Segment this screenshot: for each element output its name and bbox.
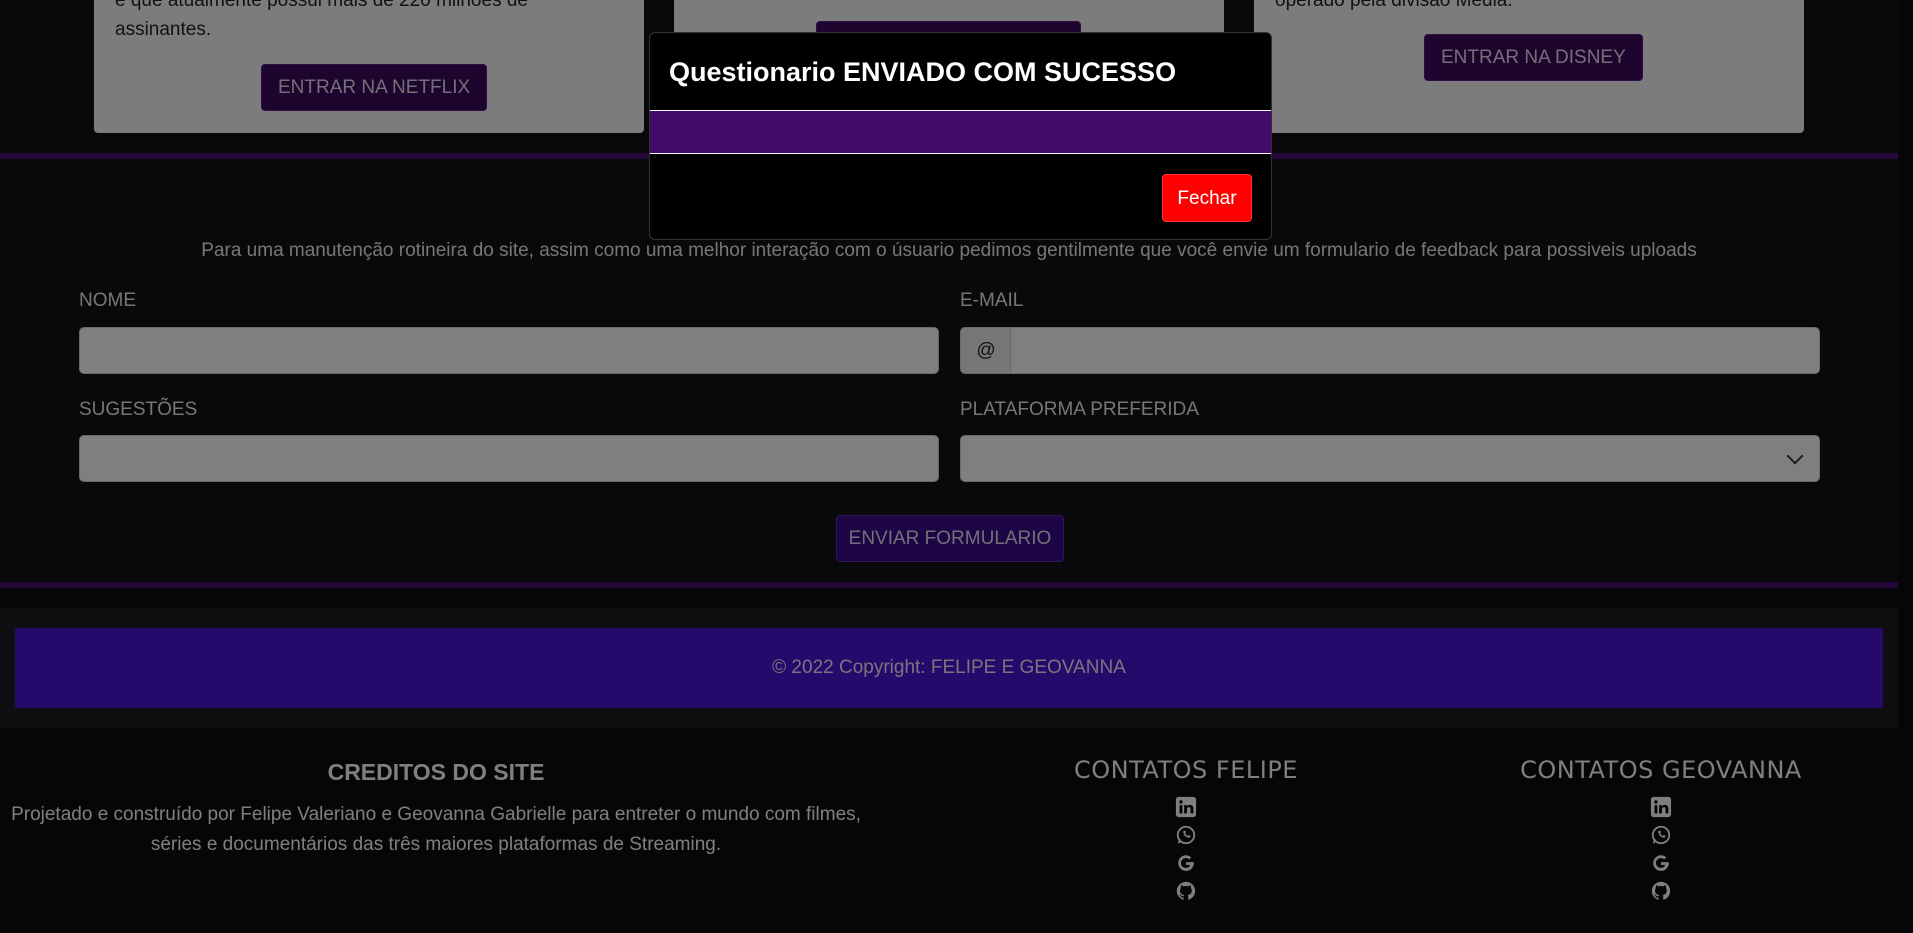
- modal-title: Questionario ENVIADO COM SUCESSO: [669, 57, 1177, 87]
- modal-body: [650, 110, 1271, 154]
- close-button[interactable]: Fechar: [1162, 174, 1252, 222]
- success-modal: Questionario ENVIADO COM SUCESSO Fechar: [649, 32, 1272, 240]
